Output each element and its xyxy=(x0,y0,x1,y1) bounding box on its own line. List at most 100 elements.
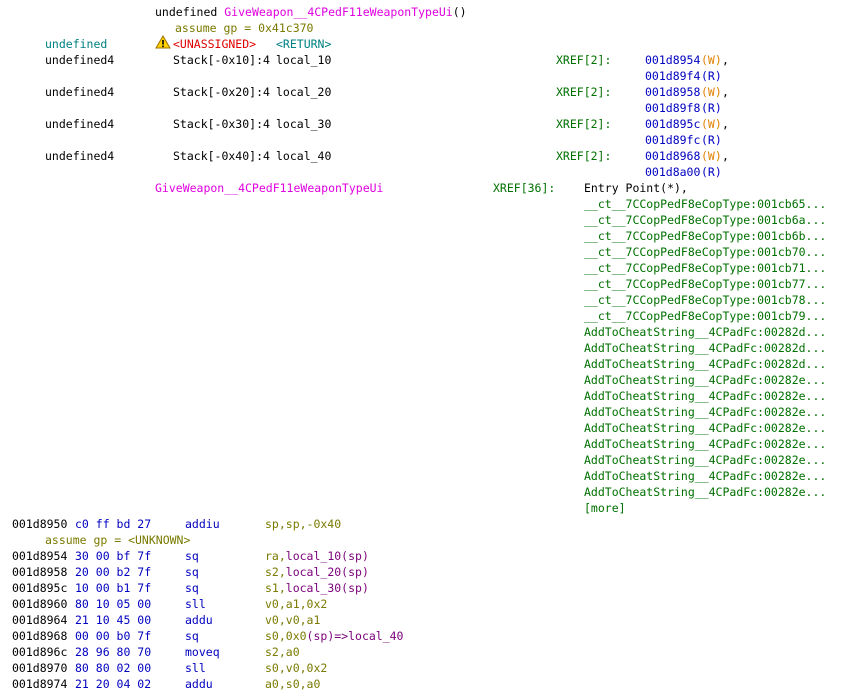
xref-write-kind: (W) xyxy=(701,117,722,131)
xref-address[interactable]: 001d8958 xyxy=(645,84,700,100)
xref-item[interactable]: AddToCheatString__4CPadFc:00282e... xyxy=(584,484,826,500)
instruction-bytes: 10 00 b1 7f xyxy=(75,581,152,595)
xref-address[interactable]: 001d8954 xyxy=(645,52,700,68)
xref-item[interactable]: __ct__7CCopPedF8eCopType:001cb77... xyxy=(584,276,826,292)
signature-parens: () xyxy=(452,5,467,19)
instruction-address[interactable]: 001d8950 xyxy=(12,516,67,532)
assume-gp-unknown: assume gp = <UNKNOWN> xyxy=(45,533,191,547)
instruction-bytes: 21 20 04 02 xyxy=(75,677,152,691)
xref-item[interactable]: AddToCheatString__4CPadFc:00282e... xyxy=(584,388,826,404)
local-name[interactable]: local_40 xyxy=(276,148,331,164)
local-name[interactable]: local_30 xyxy=(276,116,331,132)
local-type[interactable]: undefined4 xyxy=(45,116,114,132)
xref-address[interactable]: 001d8968 xyxy=(645,148,700,164)
xref-address[interactable]: 001d895c xyxy=(645,116,700,132)
xref-item[interactable]: AddToCheatString__4CPadFc:00282e... xyxy=(584,420,826,436)
xref-separator: , xyxy=(722,53,729,67)
instruction-address[interactable]: 001d8968 xyxy=(12,628,67,644)
xref-item[interactable]: __ct__7CCopPedF8eCopType:001cb65... xyxy=(584,196,826,212)
function-name[interactable]: GiveWeapon__4CPedF11eWeaponTypeUi xyxy=(224,5,452,19)
xref-address[interactable]: 001d89f8 xyxy=(645,100,700,116)
instruction-address[interactable]: 001d8954 xyxy=(12,548,67,564)
xref-item[interactable]: AddToCheatString__4CPadFc:00282e... xyxy=(584,452,826,468)
instruction-mnemonic[interactable]: sq xyxy=(185,564,199,580)
warning-triangle-icon xyxy=(155,35,171,49)
more-xrefs-link[interactable]: [more] xyxy=(584,500,626,516)
local-storage: Stack[-0x20]:4 xyxy=(173,85,270,99)
xref-write-kind: (W) xyxy=(701,53,722,67)
local-storage: Stack[-0x40]:4 xyxy=(173,149,270,163)
local-storage: Stack[-0x10]:4 xyxy=(173,53,270,67)
instruction-mnemonic[interactable]: sll xyxy=(185,596,206,612)
xref-address[interactable]: 001d8a00 xyxy=(645,164,700,180)
xref-item[interactable]: AddToCheatString__4CPadFc:00282d... xyxy=(584,340,826,356)
return-type-cell[interactable]: undefined xyxy=(45,36,107,52)
instruction-operands[interactable]: v0,a1,0x2 xyxy=(265,596,327,612)
instruction-address[interactable]: 001d896c xyxy=(12,644,67,660)
local-xref-header: XREF[2]: xyxy=(556,149,612,163)
instruction-operands[interactable]: s2,a0 xyxy=(265,644,300,660)
xref-write-kind: (W) xyxy=(701,85,722,99)
instruction-address[interactable]: 001d8974 xyxy=(12,676,67,692)
function-label[interactable]: GiveWeapon__4CPedF11eWeaponTypeUi xyxy=(155,180,383,196)
xref-item[interactable]: AddToCheatString__4CPadFc:00282e... xyxy=(584,436,826,452)
local-storage: Stack[-0x30]:4 xyxy=(173,117,270,131)
function-signature[interactable]: undefined GiveWeapon__4CPedF11eWeaponTyp… xyxy=(155,4,467,20)
instruction-operands[interactable]: a0,s0,a0 xyxy=(265,676,320,692)
xref-item[interactable]: __ct__7CCopPedF8eCopType:001cb6b... xyxy=(584,228,826,244)
local-name[interactable]: local_10 xyxy=(276,52,331,68)
instruction-operands[interactable]: s2,local_20(sp) xyxy=(265,564,369,580)
local-xref-header: XREF[2]: xyxy=(556,53,612,67)
instruction-address[interactable]: 001d8960 xyxy=(12,596,67,612)
local-type[interactable]: undefined4 xyxy=(45,52,114,68)
instruction-operands[interactable]: ra,local_10(sp) xyxy=(265,548,369,564)
xref-item[interactable]: AddToCheatString__4CPadFc:00282d... xyxy=(584,356,826,372)
return-name: <RETURN> xyxy=(276,37,332,51)
xref-item[interactable]: AddToCheatString__4CPadFc:00282d... xyxy=(584,324,826,340)
instruction-bytes: 00 00 b0 7f xyxy=(75,629,152,643)
xref-item[interactable]: AddToCheatString__4CPadFc:00282e... xyxy=(584,404,826,420)
xref-item[interactable]: __ct__7CCopPedF8eCopType:001cb6a... xyxy=(584,212,826,228)
return-type: undefined xyxy=(155,5,218,19)
instruction-bytes: 20 00 b2 7f xyxy=(75,565,152,579)
xref-item[interactable]: AddToCheatString__4CPadFc:00282e... xyxy=(584,468,826,484)
instruction-address[interactable]: 001d8958 xyxy=(12,564,67,580)
instruction-address[interactable]: 001d8970 xyxy=(12,660,67,676)
local-type[interactable]: undefined4 xyxy=(45,84,114,100)
instruction-mnemonic[interactable]: addu xyxy=(185,676,213,692)
xref-read-kind: (R) xyxy=(701,101,722,115)
xref-separator: , xyxy=(722,149,729,163)
xref-item[interactable]: __ct__7CCopPedF8eCopType:001cb78... xyxy=(584,292,826,308)
local-xref-header: XREF[2]: xyxy=(556,117,612,131)
xref-read-kind: (R) xyxy=(701,133,722,147)
xref-item[interactable]: __ct__7CCopPedF8eCopType:001cb71... xyxy=(584,260,826,276)
xref-item[interactable]: __ct__7CCopPedF8eCopType:001cb79... xyxy=(584,308,826,324)
instruction-mnemonic[interactable]: sq xyxy=(185,580,199,596)
local-type[interactable]: undefined4 xyxy=(45,148,114,164)
instruction-mnemonic[interactable]: sll xyxy=(185,660,206,676)
instruction-operands[interactable]: s0,v0,0x2 xyxy=(265,660,327,676)
assume-gp-line: assume gp = 0x41c370 xyxy=(175,21,314,35)
instruction-address[interactable]: 001d895c xyxy=(12,580,67,596)
xref-read-kind: (R) xyxy=(701,69,722,83)
instruction-operands[interactable]: s0,0x0(sp)=>local_40 xyxy=(265,628,404,644)
instruction-bytes: 80 10 05 00 xyxy=(75,597,152,611)
instruction-mnemonic[interactable]: sq xyxy=(185,628,199,644)
xref-address[interactable]: 001d89f4 xyxy=(645,68,700,84)
local-name[interactable]: local_20 xyxy=(276,84,331,100)
instruction-bytes: 80 80 02 00 xyxy=(75,661,152,675)
instruction-operands[interactable]: s1,local_30(sp) xyxy=(265,580,369,596)
label-xref-header: XREF[36]: xyxy=(493,181,556,195)
instruction-bytes: 30 00 bf 7f xyxy=(75,549,152,563)
instruction-operands[interactable]: v0,v0,a1 xyxy=(265,612,320,628)
instruction-address[interactable]: 001d8964 xyxy=(12,612,67,628)
instruction-operands[interactable]: sp,sp,-0x40 xyxy=(265,516,341,532)
instruction-mnemonic[interactable]: moveq xyxy=(185,644,220,660)
instruction-mnemonic[interactable]: addiu xyxy=(185,516,220,532)
instruction-mnemonic[interactable]: addu xyxy=(185,612,213,628)
entry-point-ref[interactable]: Entry Point(*), xyxy=(584,180,688,196)
instruction-mnemonic[interactable]: sq xyxy=(185,548,199,564)
xref-item[interactable]: __ct__7CCopPedF8eCopType:001cb70... xyxy=(584,244,826,260)
xref-item[interactable]: AddToCheatString__4CPadFc:00282e... xyxy=(584,372,826,388)
xref-address[interactable]: 001d89fc xyxy=(645,132,700,148)
